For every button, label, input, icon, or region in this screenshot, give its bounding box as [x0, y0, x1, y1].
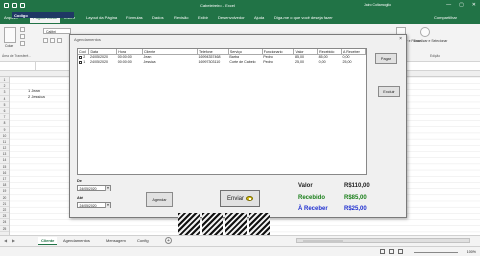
pagar-button[interactable]: Pagar [375, 53, 397, 64]
dialog-title: Agendamentos [74, 37, 101, 42]
tab-formulas[interactable]: Fórmulas [126, 15, 143, 20]
find-select-icon[interactable] [420, 27, 430, 37]
tab-layout[interactable]: Layout da Página [86, 15, 117, 20]
chevron-down-icon[interactable]: ▼ [105, 203, 110, 208]
enviar-button[interactable]: Enviar [220, 190, 260, 207]
cut-icon[interactable] [20, 27, 25, 32]
chevron-down-icon[interactable]: ▼ [105, 186, 110, 191]
sheet-tab-config[interactable]: Config [134, 237, 152, 245]
prev-sheet-icon[interactable]: ◀ [4, 238, 7, 243]
tab-revisao[interactable]: Revisão [174, 15, 188, 20]
dialog-close-icon[interactable]: × [399, 36, 402, 42]
de-date-value: 24/05/2020 [79, 187, 97, 191]
italic-icon[interactable] [50, 38, 55, 43]
appointments-listbox[interactable]: Cod Data Hora Cliente Telefone Serviço F… [77, 48, 367, 175]
row-valor: 25,00 [294, 60, 304, 65]
find-select-label[interactable]: Localizar e Selecionar [414, 39, 447, 43]
grid-cell[interactable]: 1 Jean [28, 88, 40, 93]
row-recebido: 0,00 [318, 60, 326, 65]
row-hora: 00:00:00 [117, 60, 132, 65]
page-break-view-icon[interactable] [398, 249, 403, 254]
redo-icon[interactable] [20, 3, 25, 8]
appointments-table: Cod Data Hora Cliente Telefone Serviço F… [78, 49, 366, 65]
table-row[interactable]: 1 24/05/2020 00:00:00 Jessica 1699730311… [78, 60, 366, 65]
font-name-box[interactable]: Calibri [43, 28, 71, 34]
copy-icon[interactable] [20, 34, 25, 39]
sheet-tab-cliente[interactable]: Cliente [38, 237, 58, 245]
view-buttons [380, 249, 403, 254]
close-icon[interactable]: ✕ [472, 2, 476, 9]
tab-ajuda[interactable]: Ajuda [254, 15, 264, 20]
row-telefone: 16997303110 [198, 60, 221, 65]
sheet-tab-agendamentos[interactable]: Agendamentos [60, 237, 93, 245]
ate-label: Até [77, 196, 84, 200]
underline-icon[interactable] [57, 38, 62, 43]
valor-label: Valor [298, 183, 313, 189]
add-sheet-icon[interactable]: + [165, 237, 172, 244]
ate-date-value: 24/05/2020 [79, 204, 97, 208]
normal-view-icon[interactable] [380, 249, 385, 254]
de-date-combo[interactable]: 24/05/2020 ▼ [77, 185, 111, 191]
row-cliente: Jessica [143, 60, 156, 65]
zoom-slider[interactable] [414, 251, 458, 253]
minimize-icon[interactable]: — [446, 2, 451, 9]
clipboard-group-label: Área de Transferê... [2, 54, 32, 58]
horizontal-scrollbar[interactable] [296, 238, 470, 243]
photo-thumbnail [248, 213, 270, 236]
enviar-label: Enviar [226, 195, 244, 202]
edit-group-label: Edição [430, 54, 441, 58]
row-headers: 1 2 3 4 5 6 7 8 9 10 11 12 13 14 15 16 17 18 19 20 21 22 23 24 2… [0, 77, 10, 235]
photo-thumbnail [201, 213, 223, 236]
page-layout-view-icon[interactable] [389, 249, 394, 254]
photo-thumbnail [225, 213, 247, 236]
tell-me-search[interactable]: Diga-me o que você deseja fazer [274, 15, 333, 20]
mouse-cursor-icon [14, 115, 17, 120]
window-controls: — ▢ ✕ [446, 2, 476, 9]
name-box[interactable] [0, 62, 36, 71]
areceber-label: À Receber [298, 206, 328, 212]
row-servico: Corte de Cabelo [229, 60, 256, 65]
title-bar: Cabeleireiro - Excel Jairo Coltamoglio —… [0, 0, 480, 12]
recebido-label: Recebido [298, 195, 326, 201]
tab-dados[interactable]: Dados [152, 15, 164, 20]
paste-label: Colar [5, 44, 14, 48]
share-button[interactable]: Compartilhar [434, 15, 457, 20]
next-sheet-icon[interactable]: ▶ [12, 238, 15, 243]
status-bar: 100% [0, 246, 480, 256]
photo-strip [178, 213, 270, 236]
areceber-value: R$25,00 [344, 206, 367, 212]
tab-desenvolvedor[interactable]: Desenvolvedor [218, 15, 245, 20]
photo-thumbnail [178, 213, 200, 236]
paste-icon[interactable] [4, 27, 16, 43]
sheet-tab-mensagem[interactable]: Mensagem [103, 237, 129, 245]
document-title: Cabeleireiro - Excel [200, 3, 235, 8]
bold-icon[interactable] [43, 38, 48, 43]
row-data: 24/05/2020 [89, 60, 108, 65]
header-cell-codigo[interactable]: Codigo [12, 11, 74, 18]
save-icon[interactable] [4, 3, 9, 8]
format-painter-icon[interactable] [20, 41, 25, 46]
quick-access-toolbar [4, 3, 25, 8]
whatsapp-icon [246, 196, 253, 201]
agendar-button[interactable]: Agendar [146, 192, 173, 207]
grid-cell[interactable]: 2 Jessica [28, 94, 45, 99]
recebido-value: R$85,00 [344, 195, 367, 201]
user-name[interactable]: Jairo Coltamoglio [364, 3, 391, 7]
row-checkbox[interactable] [79, 55, 83, 59]
excluir-button[interactable]: Excluir [378, 86, 400, 97]
valor-value: R$110,00 [344, 183, 370, 189]
row-areceber: 25,00 [342, 60, 352, 65]
ate-date-combo[interactable]: 24/05/2020 ▼ [77, 202, 111, 208]
zoom-level[interactable]: 100% [467, 250, 476, 254]
tab-exibir[interactable]: Exibir [198, 15, 208, 20]
scrollbar-thumb[interactable] [303, 239, 343, 243]
maximize-icon[interactable]: ▢ [459, 2, 464, 9]
row-cod[interactable]: 1 [78, 60, 89, 65]
de-label: De [77, 179, 82, 183]
undo-icon[interactable] [12, 3, 17, 8]
row-funcionario: Pedro [263, 60, 273, 65]
sheet-tabs-bar: ◀ ▶ Cliente Agendamentos Mensagem Config… [0, 235, 480, 246]
row-checkbox[interactable] [79, 60, 83, 64]
row-number[interactable]: 25 [0, 226, 9, 232]
